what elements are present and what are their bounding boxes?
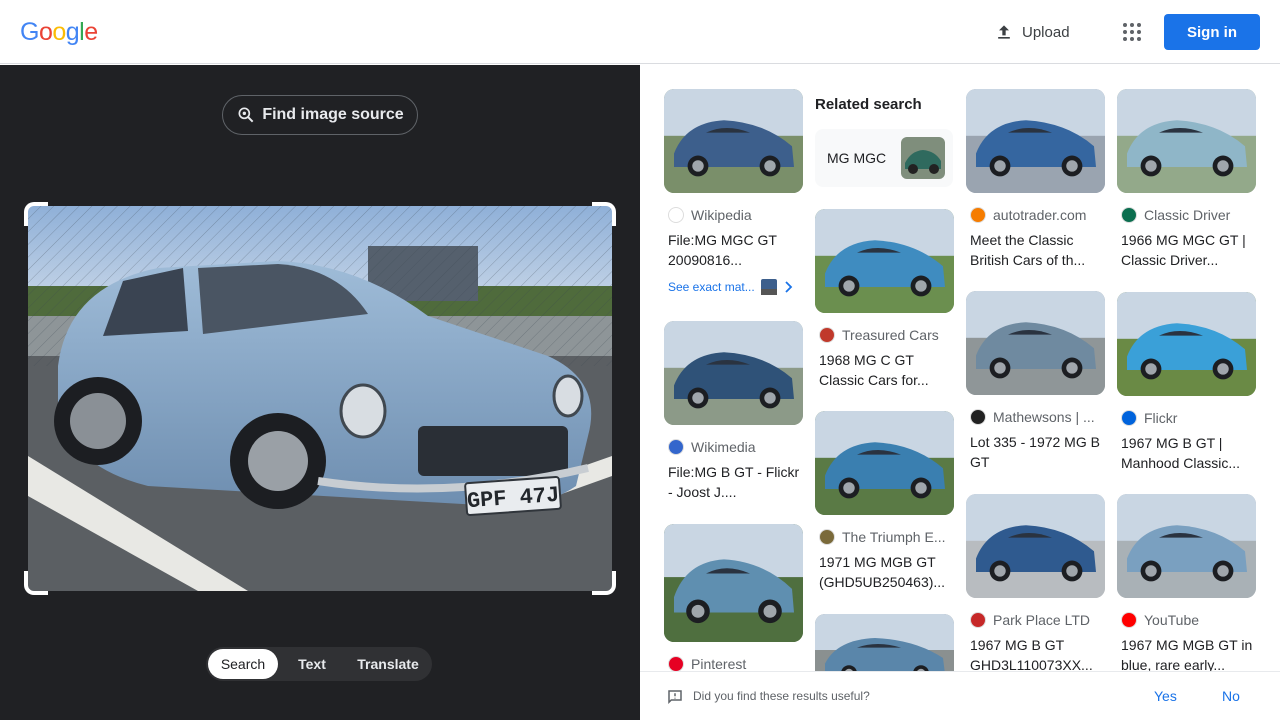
result-thumbnail[interactable] <box>1117 292 1256 396</box>
result-title[interactable]: 1968 MG C GT Classic Cars for... <box>819 350 953 390</box>
apps-grid-icon[interactable] <box>1116 16 1148 48</box>
crop-corner-bottom-right[interactable] <box>592 571 616 595</box>
logo-letter: e <box>84 18 98 46</box>
result-source-name: The Triumph E... <box>842 529 946 545</box>
query-image-panel: Find image source GPF 47J Search Text Tr… <box>0 65 640 720</box>
feedback-question: Did you find these results useful? <box>693 689 870 703</box>
upload-icon <box>998 25 1010 39</box>
result-source[interactable]: Mathewsons | ... <box>970 409 1104 425</box>
google-logo[interactable]: Google <box>20 18 98 47</box>
result-source[interactable]: Wikipedia <box>668 207 802 223</box>
feedback-bar: Did you find these results useful? Yes N… <box>640 671 1280 720</box>
result-thumbnail[interactable] <box>1117 89 1256 193</box>
chevron-right-icon <box>785 281 792 293</box>
crop-corner-top-right[interactable] <box>592 202 616 226</box>
result-title[interactable]: 1967 MG B GT | Manhood Classic... <box>1121 433 1255 473</box>
result-thumbnail[interactable] <box>966 89 1105 193</box>
result-thumbnail[interactable] <box>1117 494 1256 598</box>
logo-letter: G <box>20 18 39 46</box>
feedback-icon <box>668 690 682 705</box>
feedback-yes-button[interactable]: Yes <box>1154 688 1177 704</box>
crop-corner-top-left[interactable] <box>24 202 48 226</box>
autotrader-icon <box>970 207 986 223</box>
find-image-source-button[interactable]: Find image source <box>222 95 418 135</box>
result-source[interactable]: YouTube <box>1121 612 1255 628</box>
related-search-chip[interactable]: MG MGC <box>815 129 953 187</box>
related-search-label: MG MGC <box>827 150 887 166</box>
mode-translate-tab[interactable]: Translate <box>346 649 430 679</box>
logo-letter: g <box>65 18 80 46</box>
top-bar: Google Upload Sign in <box>0 0 1280 64</box>
triumph-icon <box>819 529 835 545</box>
result-title[interactable]: 1971 MG MGB GT (GHD5UB250463)... <box>819 552 953 592</box>
result-thumbnail[interactable] <box>815 209 954 313</box>
mode-toggle: Search Text Translate <box>206 647 432 681</box>
result-thumbnail[interactable] <box>815 411 954 515</box>
upload-button[interactable]: Upload <box>988 16 1076 48</box>
result-title[interactable]: Meet the Classic British Cars of th... <box>970 230 1104 270</box>
result-thumbnail[interactable] <box>664 321 803 425</box>
youtube-icon <box>1121 612 1137 628</box>
treasured-cars-icon <box>819 327 835 343</box>
result-thumbnail[interactable] <box>966 494 1105 598</box>
result-source[interactable]: Park Place LTD <box>970 612 1104 628</box>
result-title[interactable]: 1967 MG B GT GHD3L110073XX... <box>970 635 1104 671</box>
result-source-name: Pinterest <box>691 656 747 671</box>
wikipedia-icon <box>668 207 684 223</box>
result-source[interactable]: Flickr <box>1121 410 1255 426</box>
result-source-name: autotrader.com <box>993 207 1087 223</box>
result-source-name: Treasured Cars <box>842 327 939 343</box>
result-source-name: Park Place LTD <box>993 612 1090 628</box>
mode-text-tab[interactable]: Text <box>278 649 346 679</box>
exact-match-thumbnail <box>760 279 777 295</box>
classic-driver-icon <box>1121 207 1137 223</box>
find-image-source-label: Find image source <box>262 106 404 123</box>
result-thumbnail[interactable] <box>966 291 1105 395</box>
mathewsons-icon <box>970 409 986 425</box>
upload-label: Upload <box>1022 23 1070 41</box>
result-thumbnail[interactable] <box>664 89 803 193</box>
result-source[interactable]: autotrader.com <box>970 207 1104 223</box>
result-source[interactable]: The Triumph E... <box>819 529 953 545</box>
result-title[interactable]: File:MG MGC GT 20090816... <box>668 230 802 270</box>
logo-letter: o <box>38 18 53 46</box>
result-title[interactable]: 1966 MG MGC GT | Classic Driver... <box>1121 230 1255 270</box>
result-title[interactable]: File:MG B GT - Flickr - Joost J.... <box>668 462 802 502</box>
lens-search-icon <box>238 107 254 123</box>
result-source-name: Flickr <box>1144 410 1178 426</box>
flickr-icon <box>1121 410 1137 426</box>
result-source[interactable]: Pinterest <box>668 656 802 671</box>
result-title[interactable]: Lot 335 - 1972 MG B GT <box>970 432 1104 472</box>
wikimedia-icon <box>668 439 684 455</box>
mode-search-tab[interactable]: Search <box>208 649 278 679</box>
see-exact-matches-label: See exact mat... <box>668 280 755 294</box>
logo-letter: o <box>52 18 66 46</box>
result-title[interactable]: 1967 MG MGB GT in blue, rare early... <box>1121 635 1255 671</box>
result-source-name: Mathewsons | ... <box>993 409 1095 425</box>
related-search-heading: Related search <box>815 96 922 113</box>
result-source[interactable]: Wikimedia <box>668 439 802 455</box>
result-source[interactable]: Treasured Cars <box>819 327 953 343</box>
see-exact-matches-link[interactable]: See exact mat... <box>668 279 793 295</box>
feedback-no-button[interactable]: No <box>1222 688 1240 704</box>
related-search-thumbnail <box>901 137 945 179</box>
crop-corner-bottom-left[interactable] <box>24 571 48 595</box>
result-source-name: Wikipedia <box>691 207 752 223</box>
park-place-icon <box>970 612 986 628</box>
result-source-name: Wikimedia <box>691 439 756 455</box>
result-source-name: YouTube <box>1144 612 1200 628</box>
result-source-name: Classic Driver <box>1144 207 1231 223</box>
pinterest-icon <box>668 656 684 671</box>
result-thumbnail[interactable] <box>815 614 954 671</box>
visual-matches-grid: Related search MG MGC See exact mat... W… <box>640 65 1280 671</box>
result-thumbnail[interactable] <box>664 524 803 642</box>
sign-in-button[interactable]: Sign in <box>1164 14 1260 50</box>
result-source[interactable]: Classic Driver <box>1121 207 1255 223</box>
query-image[interactable]: GPF 47J <box>28 206 612 591</box>
